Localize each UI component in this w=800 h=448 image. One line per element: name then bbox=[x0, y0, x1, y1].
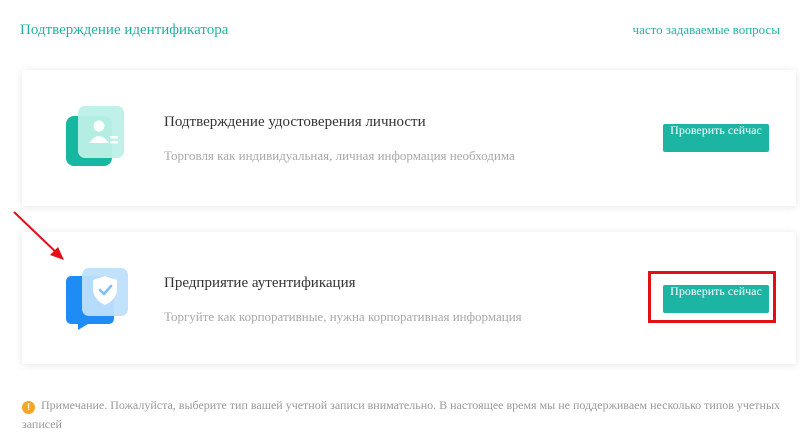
faq-link[interactable]: часто задаваемые вопросы bbox=[633, 22, 780, 38]
pointer-arrow-icon bbox=[13, 211, 64, 260]
personal-verification-card: Подтверждение удостоверения личности Тор… bbox=[22, 70, 796, 206]
page-header: Подтверждение идентификатора часто задав… bbox=[20, 22, 780, 42]
button-label: Проверить сейчас bbox=[670, 285, 762, 298]
account-type-note: ! Примечание. Пожалуйста, выберите тип ва… bbox=[22, 396, 792, 434]
enterprise-verification-card: Предприятие аутентификация Торгуйте как … bbox=[22, 232, 796, 364]
card-title: Подтверждение удостоверения личности bbox=[164, 114, 426, 130]
button-label: Проверить сейчас bbox=[670, 124, 762, 137]
card-description: Торгуйте как корпоративные, нужна корпор… bbox=[164, 309, 522, 324]
card-title: Предприятие аутентификация bbox=[164, 275, 356, 291]
id-card-icon bbox=[64, 104, 126, 175]
verify-now-button[interactable]: Проверить сейчас bbox=[663, 285, 769, 313]
verify-now-button[interactable]: Проверить сейчас bbox=[663, 124, 769, 152]
note-text: Примечание. Пожалуйста, выберите тип ваш… bbox=[22, 398, 781, 431]
shield-check-icon bbox=[64, 266, 130, 335]
info-icon: ! bbox=[22, 401, 35, 414]
card-description: Торговля как индивидуальная, личная инфо… bbox=[164, 148, 515, 163]
page-title: Подтверждение идентификатора bbox=[20, 22, 229, 38]
